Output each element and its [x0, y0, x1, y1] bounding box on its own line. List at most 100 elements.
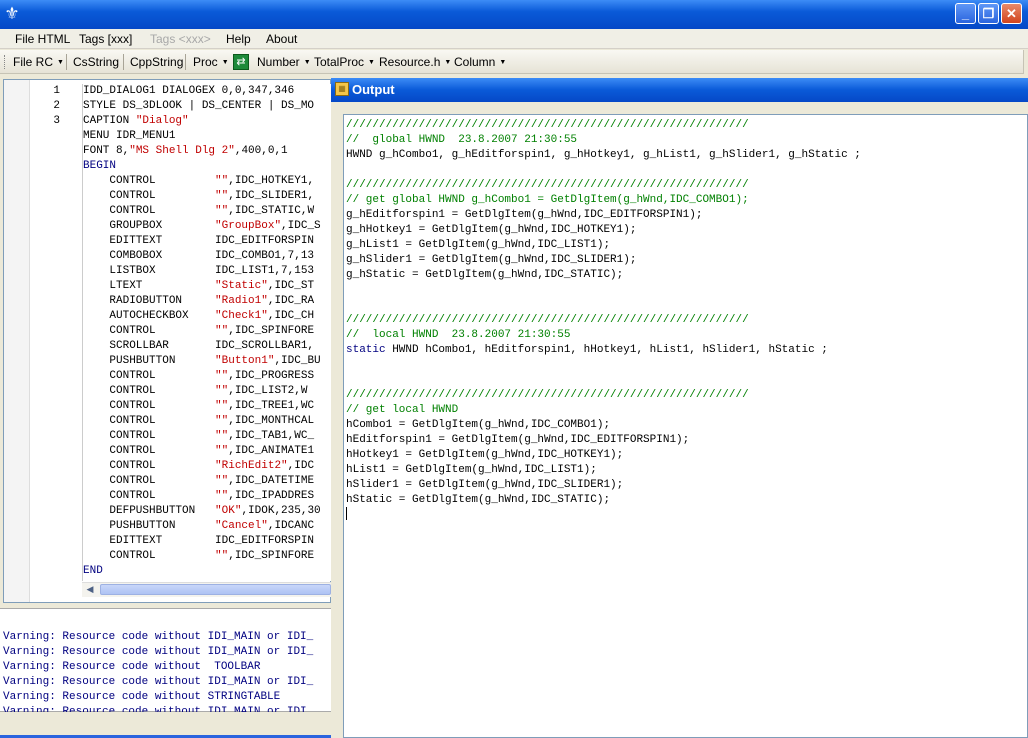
code-token: CONTROL — [83, 445, 216, 457]
code-token: ,IDC_PROGRESS — [228, 370, 315, 382]
code-token: CAPTION — [83, 115, 136, 127]
warning-line: Varning: Resource code without IDI_MAIN … — [3, 676, 314, 688]
code-line: CONTROL "",IDC_TREE1,WC — [83, 399, 331, 414]
cppstring-button[interactable]: CppString — [130, 55, 183, 69]
output-window-icon: ▦ — [335, 82, 349, 96]
totalproc-dropdown[interactable]: TotalProc ▼ — [314, 55, 375, 70]
maximize-button[interactable]: ❐ — [978, 3, 999, 24]
totalproc-label: TotalProc — [314, 55, 365, 69]
dropdown-arrow-icon: ▼ — [303, 59, 311, 66]
code-token: ,IDC_LIST2,W — [228, 385, 308, 397]
fleur-de-lis-icon[interactable]: ⚜ — [3, 4, 21, 24]
output-code[interactable]: ////////////////////////////////////////… — [346, 118, 1026, 538]
code-line: LTEXT "Static",IDC_ST — [83, 279, 331, 294]
resource-h-dropdown[interactable]: Resource.h ▼ — [379, 55, 451, 70]
code-token: ,IDC_SPINFORE — [228, 325, 315, 337]
code-token: "MS Shell Dlg 2" — [129, 145, 235, 157]
code-token: ,IDC_BU — [274, 355, 321, 367]
dropdown-arrow-icon: ▼ — [368, 59, 375, 66]
code-token: CONTROL — [83, 385, 216, 397]
code-token: // global HWND 23.8.2007 21:30:55 — [346, 134, 578, 146]
menu-about[interactable]: About — [266, 32, 297, 46]
number-dropdown[interactable]: Number ▼ — [257, 55, 311, 70]
code-line: CONTROL "",IDC_STATIC,W — [83, 204, 331, 219]
code-token: COMBOBOX IDC_COMBO1,7,13 — [83, 250, 315, 262]
code-line: CONTROL "",IDC_LIST2,W — [83, 384, 331, 399]
scroll-left-icon[interactable]: ◀ — [83, 583, 97, 596]
code-token: ////////////////////////////////////////… — [346, 389, 749, 401]
output-line: hSlider1 = GetDlgItem(g_hWnd,IDC_SLIDER1… — [346, 478, 1026, 493]
code-line: END — [83, 564, 331, 579]
close-button[interactable]: ✕ — [1001, 3, 1022, 24]
scrollbar-thumb[interactable] — [100, 584, 331, 595]
warning-line: Varning: Resource code without IDI_MAIN … — [3, 646, 314, 658]
minimize-button[interactable]: _ — [955, 3, 976, 24]
code-token: "OK" — [215, 505, 242, 517]
code-token: AUTOCHECKBOX — [83, 310, 216, 322]
code-token: CONTROL — [83, 370, 216, 382]
output-line: hHotkey1 = GetDlgItem(g_hWnd,IDC_HOTKEY1… — [346, 448, 1026, 463]
file-rc-label: File RC — [13, 55, 54, 69]
dropdown-arrow-icon: ▼ — [499, 59, 507, 66]
menu-file-html[interactable]: File HTML — [15, 32, 70, 46]
code-line: RADIOBUTTON "Radio1",IDC_RA — [83, 294, 331, 309]
code-token: MENU IDR_MENU1 — [83, 130, 176, 142]
code-line: CONTROL "",IDC_PROGRESS — [83, 369, 331, 384]
code-token: CONTROL — [83, 490, 216, 502]
code-token: "Button1" — [215, 355, 275, 367]
code-token: "" — [215, 550, 229, 562]
output-line: // local HWND 23.8.2007 21:30:55 — [346, 328, 1026, 343]
code-token: "" — [215, 190, 229, 202]
code-editor[interactable]: IDD_DIALOG1 DIALOGEX 0,0,347,346 STYLE DS… — [82, 84, 331, 581]
code-token: ,IDC_STATIC,W — [228, 205, 315, 217]
code-token: "" — [215, 385, 229, 397]
code-token: hList1 = GetDlgItem(g_hWnd,IDC_LIST1); — [346, 464, 597, 476]
output-line: g_hStatic = GetDlgItem(g_hWnd,IDC_STATIC… — [346, 268, 1026, 283]
file-rc-dropdown[interactable]: File RC ▼ — [13, 55, 64, 70]
code-token: EDITTEXT IDC_EDITFORSPIN — [83, 235, 315, 247]
code-line: EDITTEXT IDC_EDITFORSPIN — [83, 234, 331, 249]
code-token: FONT 8, — [83, 145, 130, 157]
code-token: "" — [215, 430, 229, 442]
title-bar[interactable] — [0, 0, 1028, 29]
proc-dropdown[interactable]: Proc ▼ — [193, 55, 229, 70]
code-token: SCROLLBAR IDC_SCROLLBAR1, — [83, 340, 315, 352]
code-token: g_hStatic = GetDlgItem(g_hWnd,IDC_STATIC… — [346, 269, 624, 281]
code-token: "" — [215, 475, 229, 487]
code-token: "Dialog" — [135, 115, 189, 127]
code-token: "Check1" — [215, 310, 268, 322]
code-token: ,IDC_CH — [267, 310, 315, 322]
code-token: CONTROL — [83, 205, 216, 217]
code-line: IDD_DIALOG1 DIALOGEX 0,0,347,346 — [83, 84, 331, 99]
toolbar-separator — [123, 54, 124, 70]
menu-tags-angle: Tags <xxx> — [150, 32, 211, 46]
code-line: MENU IDR_MENU1 — [83, 129, 331, 144]
code-token: CONTROL — [83, 460, 216, 472]
menu-tags-brackets[interactable]: Tags [xxx] — [79, 32, 132, 46]
code-token: // local HWND 23.8.2007 21:30:55 — [346, 329, 571, 341]
code-token: ,IDCANC — [267, 520, 315, 532]
line-number: 3 — [53, 115, 60, 127]
code-token: g_hSlider1 = GetDlgItem(g_hWnd,IDC_SLIDE… — [346, 254, 637, 266]
column-dropdown[interactable]: Column ▼ — [454, 55, 506, 70]
output-line: // get local HWND — [346, 403, 1026, 418]
warning-line: Varning: Resource code without STRINGTAB… — [3, 691, 281, 703]
code-line: CAPTION "Dialog" — [83, 114, 331, 129]
toolbar-grip[interactable] — [4, 55, 7, 69]
code-token: "" — [215, 175, 229, 187]
warnings-list[interactable]: Varning: Resource code without IDI_MAIN … — [3, 630, 331, 712]
code-line: DEFPUSHBUTTON "OK",IDOK,235,30 — [83, 504, 331, 519]
output-line: // global HWND 23.8.2007 21:30:55 — [346, 133, 1026, 148]
output-line: // get global HWND g_hCombo1 = GetDlgIte… — [346, 193, 1026, 208]
menu-help[interactable]: Help — [226, 32, 251, 46]
code-token: ,IDC_SPINFORE — [228, 550, 315, 562]
warning-line: Varning: Resource code without TOOLBAR — [3, 661, 261, 673]
code-token: CONTROL — [83, 430, 216, 442]
swap-icon[interactable]: ⇄ — [233, 54, 249, 70]
code-token: "Static" — [215, 280, 268, 292]
code-line: AUTOCHECKBOX "Check1",IDC_CH — [83, 309, 331, 324]
csstring-button[interactable]: CsString — [73, 55, 119, 69]
output-title-bar[interactable] — [331, 78, 1028, 102]
